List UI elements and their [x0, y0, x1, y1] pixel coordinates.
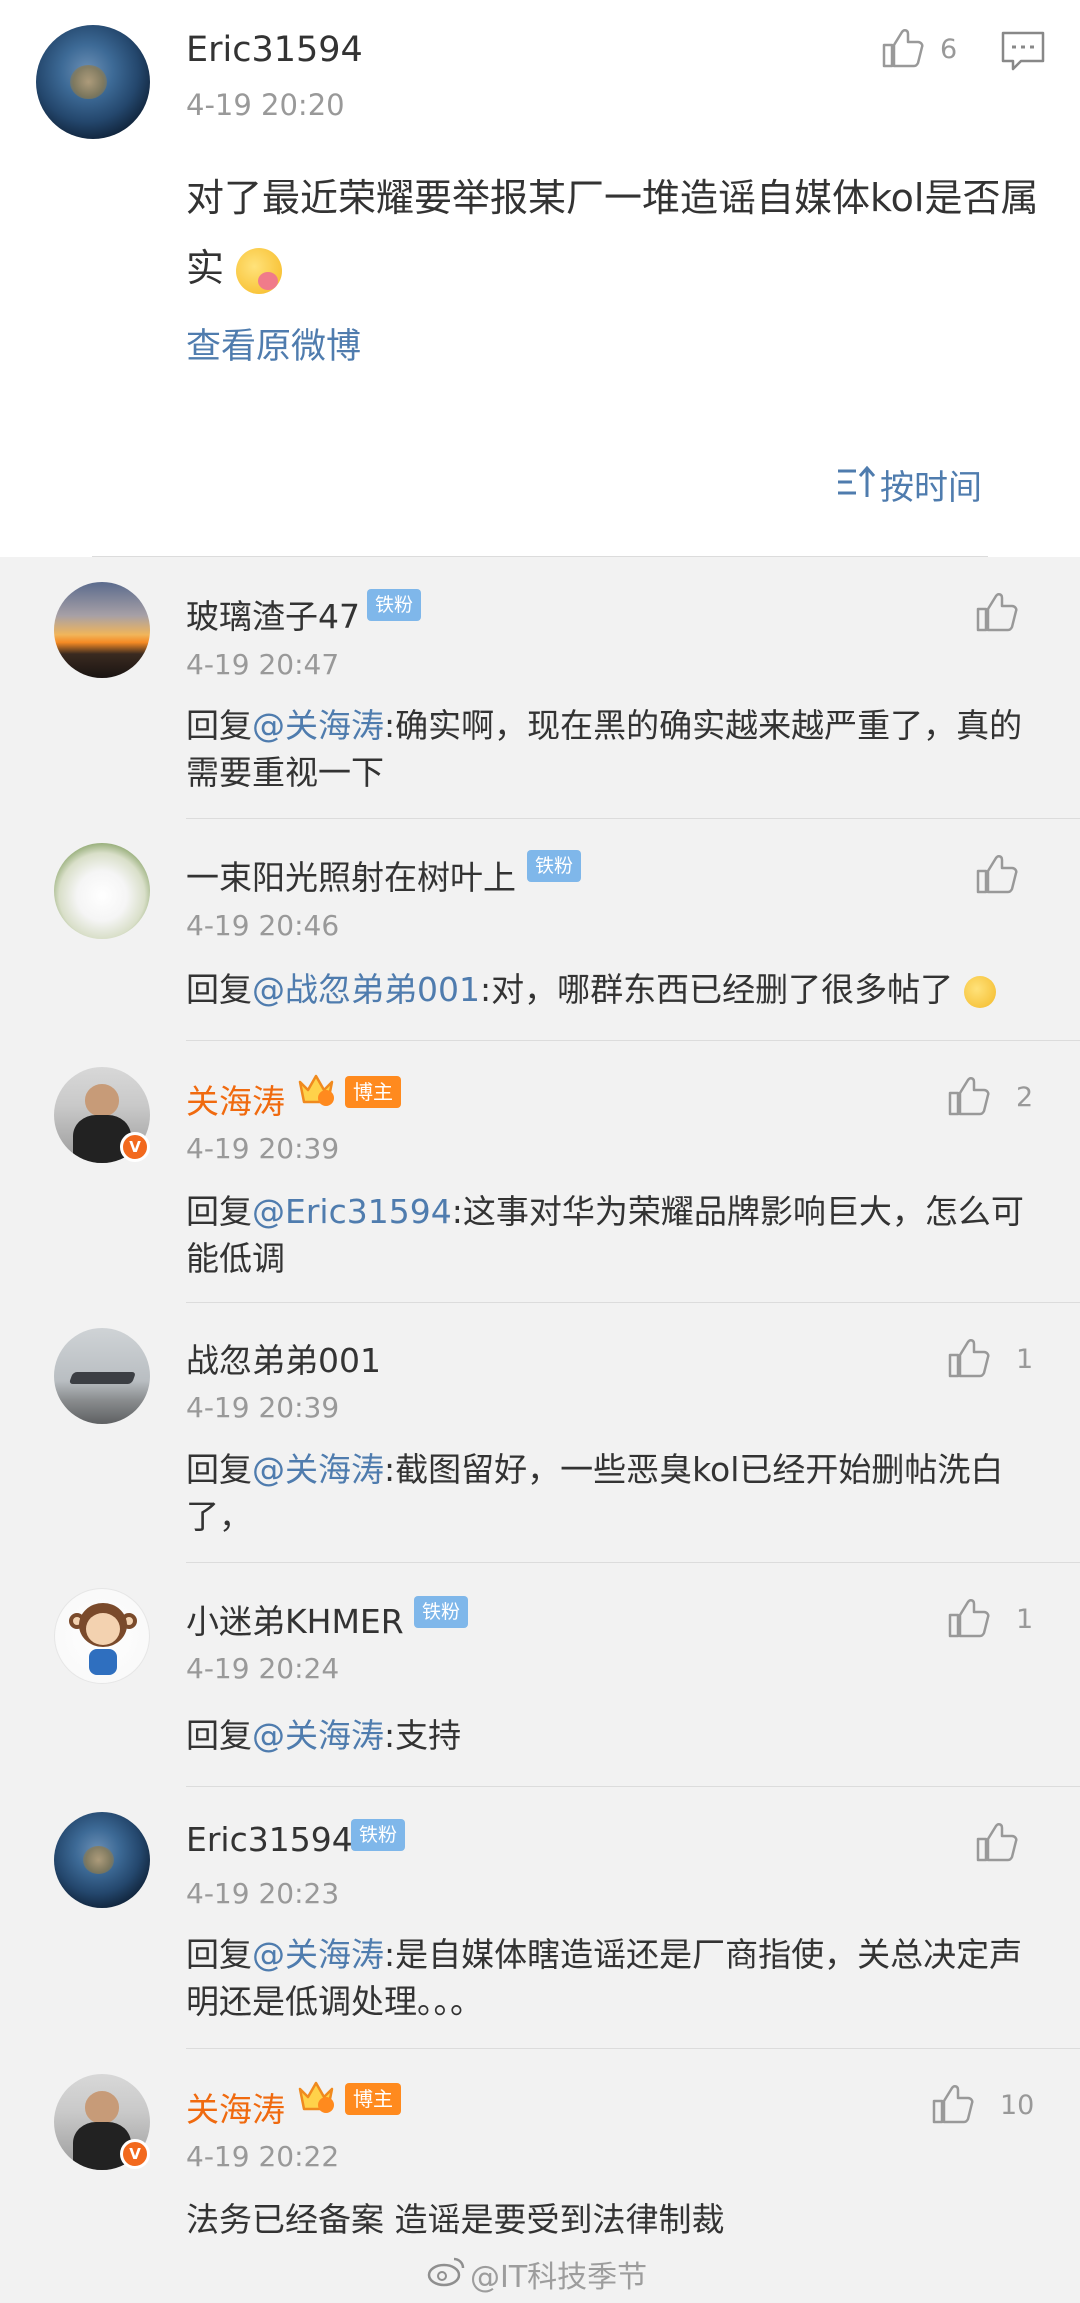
reply-prefix: 回复	[186, 1450, 252, 1489]
like-icon[interactable]	[974, 1820, 1018, 1864]
like-icon[interactable]	[880, 26, 924, 70]
like-icon[interactable]	[946, 1336, 990, 1380]
comment-username[interactable]: Eric31594	[186, 1820, 353, 1859]
like-icon[interactable]	[974, 590, 1018, 634]
like-icon[interactable]	[974, 852, 1018, 896]
divider	[186, 2048, 1080, 2049]
mention-link[interactable]: @关海涛	[252, 1450, 384, 1489]
fan-badge: 铁粉	[367, 589, 422, 621]
mention-link[interactable]: @战忽弟弟001	[252, 970, 480, 1009]
post-text-content: 对了最近荣耀要举报某厂一堆造谣自媒体kol是否属实	[186, 176, 1039, 290]
reply-prefix: 回复	[186, 1935, 252, 1974]
reply-prefix: 回复	[186, 706, 252, 745]
like-count: 10	[1000, 2090, 1035, 2121]
like-count: 1	[1016, 1604, 1034, 1635]
comment-icon[interactable]	[1000, 30, 1046, 72]
comment-content: :支持	[384, 1716, 462, 1755]
comment-username[interactable]: 战忽弟弟001	[186, 1334, 381, 1382]
comment-username[interactable]: 关海涛	[186, 2083, 285, 2131]
divider	[92, 556, 988, 557]
comment-text: 回复@关海涛:截图留好，一些恶臭kol已经开始删帖洗白了，	[186, 1446, 1026, 1540]
weibo-logo-icon	[427, 2257, 465, 2287]
divider	[186, 1786, 1080, 1787]
fan-badge: 铁粉	[414, 1596, 469, 1628]
comment-text: 回复@Eric31594:这事对华为荣耀品牌影响巨大，怎么可能低调	[186, 1188, 1026, 1282]
main-post: Eric31594 4-19 20:20 6 对了最近荣耀要举报某厂一堆造谣自媒…	[0, 0, 1080, 557]
like-count: 6	[940, 34, 958, 65]
like-icon[interactable]	[930, 2082, 974, 2126]
view-original-link[interactable]: 查看原微博	[186, 318, 361, 369]
comment-text: 回复@关海涛:支持	[186, 1712, 1026, 1759]
comment-time: 4-19 20:23	[186, 1877, 340, 1910]
fan-badge: 铁粉	[351, 1819, 406, 1851]
comment-username[interactable]: 关海涛	[186, 1075, 285, 1123]
comment-time: 4-19 20:39	[186, 1391, 340, 1424]
comment-time: 4-19 20:47	[186, 648, 340, 681]
comment-time: 4-19 20:46	[186, 909, 340, 942]
comment-text: 回复@战忽弟弟001:对，哪群东西已经删了很多帖了	[186, 966, 1056, 1013]
avatar[interactable]	[54, 582, 150, 678]
comment-time: 4-19 20:39	[186, 1132, 340, 1165]
emoji-icon	[236, 247, 283, 294]
mention-link[interactable]: @关海涛	[252, 706, 384, 745]
comment-content: :对，哪群东西已经删了很多帖了	[480, 970, 954, 1009]
avatar[interactable]	[36, 25, 150, 139]
comment-time: 4-19 20:24	[186, 1652, 340, 1685]
divider	[186, 1040, 1080, 1041]
host-badge: 博主	[345, 1076, 401, 1108]
comment-username[interactable]: 玻璃渣子47	[186, 590, 360, 638]
comment-username[interactable]: 小迷弟KHMER	[186, 1595, 404, 1643]
avatar[interactable]	[54, 843, 150, 939]
mention-link[interactable]: @关海涛	[252, 1935, 384, 1974]
avatar[interactable]	[54, 1328, 150, 1424]
divider	[186, 818, 1080, 819]
mention-link[interactable]: @Eric31594	[252, 1192, 452, 1231]
post-time: 4-19 20:20	[186, 88, 345, 122]
comment-username[interactable]: 一束阳光照射在树叶上	[186, 851, 516, 899]
host-badge: 博主	[345, 2083, 401, 2115]
crown-icon	[298, 1074, 334, 1106]
divider	[186, 1302, 1080, 1303]
comment-text: 回复@关海涛:确实啊，现在黑的确实越来越严重了，真的需要重视一下	[186, 702, 1026, 796]
crown-icon	[298, 2081, 334, 2113]
mention-link[interactable]: @关海涛	[252, 1716, 384, 1755]
sort-icon	[838, 465, 876, 497]
sort-label: 按时间	[880, 468, 982, 508]
emoji-icon	[963, 975, 996, 1008]
comment-text: 回复@关海涛:是自媒体瞎造谣还是厂商指使，关总决定声明还是低调处理。。。	[186, 1931, 1036, 2025]
fan-badge: 铁粉	[527, 850, 582, 882]
avatar[interactable]	[54, 1588, 150, 1684]
post-username[interactable]: Eric31594	[186, 30, 363, 70]
avatar[interactable]	[54, 1812, 150, 1908]
verified-icon: V	[120, 1132, 150, 1162]
reply-prefix: 回复	[186, 1192, 252, 1231]
watermark-text: @IT科技季节	[470, 2260, 648, 2295]
like-count: 1	[1016, 1344, 1034, 1375]
reply-prefix: 回复	[186, 1716, 252, 1755]
like-icon[interactable]	[946, 1596, 990, 1640]
reply-prefix: 回复	[186, 970, 252, 1009]
comment-text: 法务已经备案 造谣是要受到法律制裁	[186, 2196, 1036, 2243]
divider	[186, 1562, 1080, 1563]
like-icon[interactable]	[946, 1074, 990, 1118]
comment-content: 法务已经备案 造谣是要受到法律制裁	[186, 2200, 725, 2239]
like-count: 2	[1016, 1082, 1034, 1113]
verified-icon: V	[120, 2139, 150, 2169]
comment-time: 4-19 20:22	[186, 2140, 340, 2173]
post-text: 对了最近荣耀要举报某厂一堆造谣自媒体kol是否属实	[186, 163, 1046, 303]
